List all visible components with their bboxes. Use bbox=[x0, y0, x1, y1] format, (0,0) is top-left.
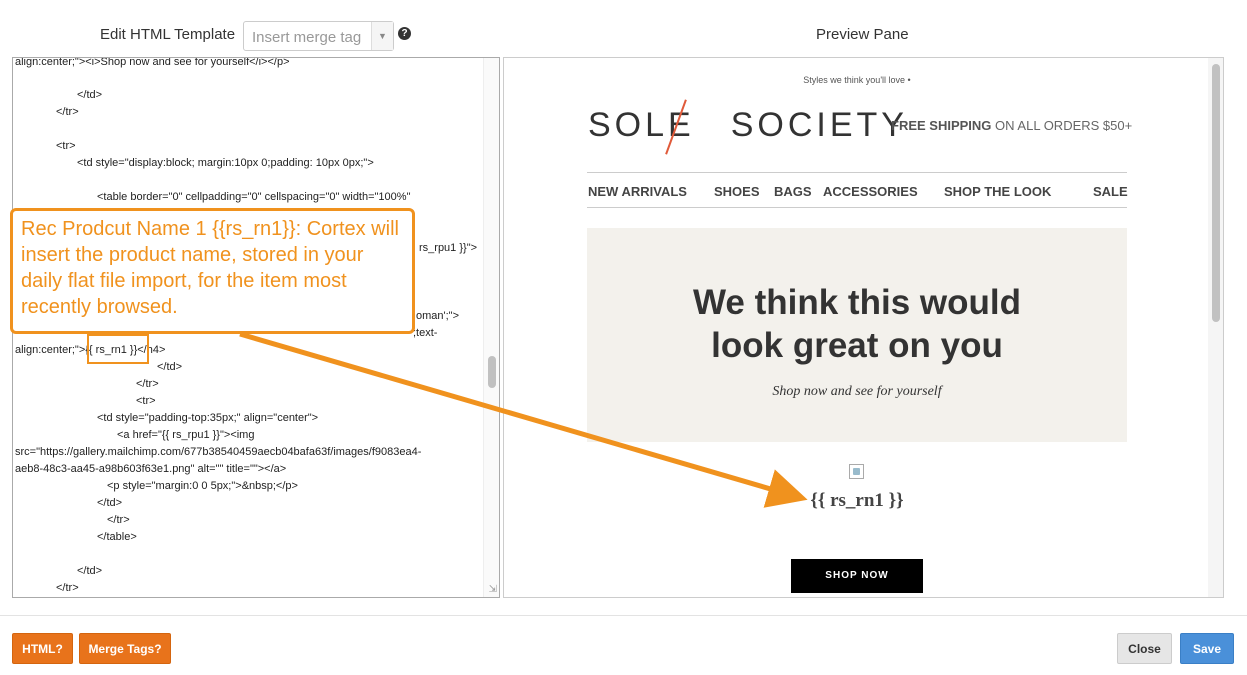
callout-text: Rec Prodcut Name 1 {{rs_rn1}}: Cortex wi… bbox=[21, 218, 399, 318]
code-scrollbar-thumb[interactable] bbox=[488, 356, 496, 388]
code-line: rs_rpu1 }}"> bbox=[419, 242, 478, 254]
email-tagline: Styles we think you'll love • bbox=[803, 75, 911, 85]
code-line: <table border="0" cellpadding="0" cellsp… bbox=[97, 191, 411, 203]
html-help-button[interactable]: HTML? bbox=[12, 633, 73, 664]
code-line: </table> bbox=[97, 531, 137, 543]
code-line: <a href="{{ rs_rpu1 }}"><img bbox=[117, 429, 255, 441]
shipping-rest: ON ALL ORDERS $50+ bbox=[991, 118, 1133, 133]
nav-sale[interactable]: SALE bbox=[1093, 184, 1128, 199]
nav-new-arrivals[interactable]: NEW ARRIVALS bbox=[588, 184, 687, 199]
hero-title: We think this would look great on you bbox=[587, 281, 1127, 367]
merge-tag-highlight bbox=[87, 334, 149, 364]
code-line: align:center;"><i>Shop now and see for y… bbox=[15, 57, 290, 68]
resize-handle-icon[interactable]: ⇲ bbox=[489, 584, 497, 595]
nav-shop-the-look[interactable]: SHOP THE LOOK bbox=[944, 184, 1051, 199]
merge-tag-select[interactable]: Insert merge tag ▼ bbox=[243, 21, 394, 51]
help-icon[interactable]: ? bbox=[398, 27, 411, 40]
code-line: <td style="padding-top:35px;" align="cen… bbox=[97, 412, 319, 424]
code-line: </td> bbox=[157, 361, 183, 373]
code-line: <tr> bbox=[136, 395, 156, 407]
shop-now-button[interactable]: SHOP NOW bbox=[791, 559, 923, 593]
broken-image-icon[interactable] bbox=[849, 464, 864, 479]
code-line: ;text- bbox=[413, 327, 438, 339]
merge-tags-help-button[interactable]: Merge Tags? bbox=[79, 633, 171, 664]
logo-word-left: SOLE bbox=[588, 106, 695, 144]
logo-word-right: SOCIETY bbox=[730, 106, 908, 144]
preview-pane: Styles we think you'll love • SOLE SOCIET… bbox=[503, 57, 1224, 598]
merge-tag-placeholder: Insert merge tag bbox=[252, 29, 362, 46]
hero-title-line-1: We think this would bbox=[693, 283, 1021, 322]
code-line: </td> bbox=[97, 497, 123, 509]
preview-scrollbar[interactable] bbox=[1208, 58, 1223, 597]
product-name-merge-tag: {{ rs_rn1 }} bbox=[810, 490, 904, 511]
hero-banner: We think this would look great on you Sh… bbox=[587, 228, 1127, 442]
code-line: aeb8-48c3-aa45-a98b603f63e1.png" alt="" … bbox=[15, 463, 287, 475]
editor-title: Edit HTML Template bbox=[100, 26, 236, 43]
preview-scrollbar-thumb[interactable] bbox=[1212, 64, 1220, 322]
code-line: </td> bbox=[77, 89, 103, 101]
nav-accessories[interactable]: ACCESSORIES bbox=[823, 184, 918, 199]
chevron-down-icon[interactable]: ▼ bbox=[371, 22, 393, 50]
brand-logo[interactable]: SOLE SOCIETY bbox=[588, 106, 908, 145]
code-line: <td style="display:block; margin:10px 0;… bbox=[77, 157, 374, 169]
free-shipping-banner: FREE SHIPPING ON ALL ORDERS $50+ bbox=[891, 118, 1132, 133]
code-scrollbar[interactable] bbox=[483, 58, 499, 597]
code-line: src="https://gallery.mailchimp.com/677b3… bbox=[15, 446, 422, 458]
code-line: <tr> bbox=[56, 140, 76, 152]
hero-title-line-2: look great on you bbox=[711, 326, 1003, 365]
email-nav-bar: NEW ARRIVALS SHOES BAGS ACCESSORIES SHOP… bbox=[587, 172, 1128, 208]
code-line: </tr> bbox=[56, 106, 79, 118]
code-line: </tr> bbox=[136, 378, 159, 390]
close-button[interactable]: Close bbox=[1117, 633, 1172, 664]
code-line: <p style="margin:0 0 5px;">&nbsp;</p> bbox=[107, 480, 298, 492]
code-line: </td> bbox=[77, 565, 103, 577]
code-line: </tr> bbox=[107, 514, 130, 526]
nav-shoes[interactable]: SHOES bbox=[714, 184, 760, 199]
code-line: oman';"> bbox=[416, 310, 460, 322]
nav-bags[interactable]: BAGS bbox=[774, 184, 812, 199]
code-line: </tr> bbox=[56, 582, 79, 594]
preview-title: Preview Pane bbox=[816, 26, 909, 43]
shipping-bold: FREE SHIPPING bbox=[891, 118, 992, 133]
annotation-callout: Rec Prodcut Name 1 {{rs_rn1}}: Cortex wi… bbox=[10, 208, 415, 334]
footer-divider bbox=[0, 615, 1247, 616]
hero-subtitle: Shop now and see for yourself bbox=[772, 384, 942, 399]
save-button[interactable]: Save bbox=[1180, 633, 1234, 664]
